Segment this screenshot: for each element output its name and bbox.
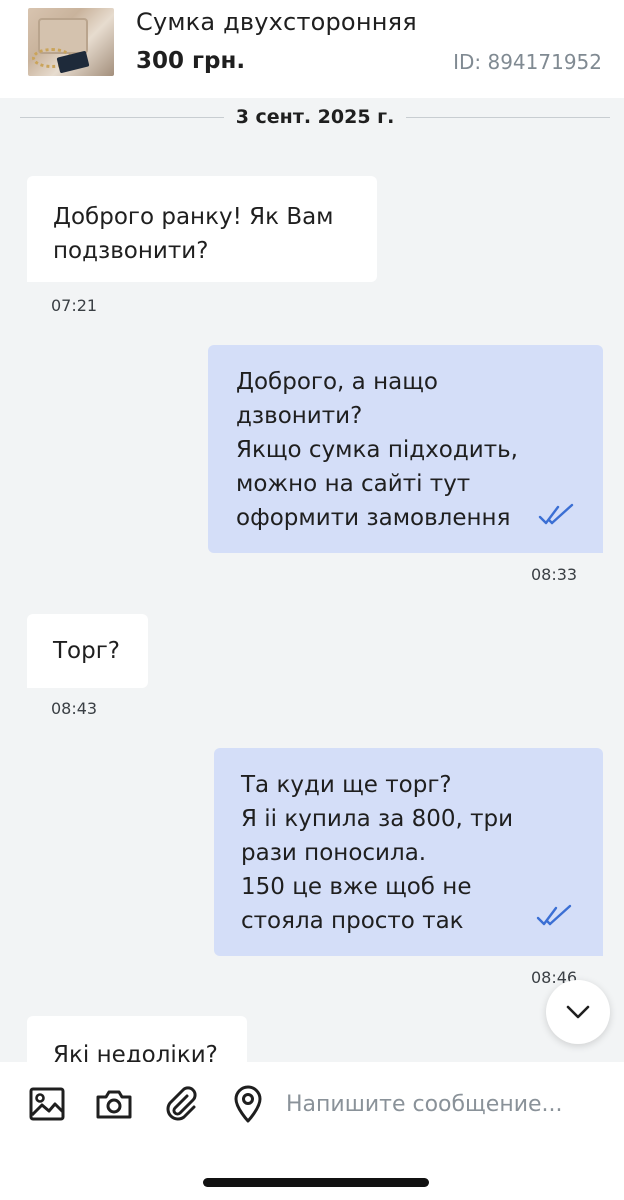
image-icon bbox=[29, 1087, 65, 1121]
listing-thumbnail[interactable] bbox=[28, 8, 114, 76]
divider-line-right bbox=[406, 116, 611, 118]
listing-title[interactable]: Сумка двухсторонняя bbox=[136, 8, 417, 36]
scroll-to-bottom-button[interactable] bbox=[546, 980, 610, 1044]
date-divider: 3 сент. 2025 г. bbox=[20, 102, 611, 132]
message-time: 08:43 bbox=[51, 699, 98, 718]
double-check-icon bbox=[538, 503, 574, 525]
listing-id: ID: 894171952 bbox=[453, 50, 602, 74]
message-time: 08:33 bbox=[531, 565, 578, 584]
paperclip-icon bbox=[166, 1086, 197, 1121]
message-bubble-incoming[interactable]: Торг? bbox=[27, 614, 148, 688]
home-indicator[interactable] bbox=[203, 1178, 429, 1187]
listing-price: 300 грн. bbox=[136, 48, 246, 74]
camera-button[interactable] bbox=[94, 1084, 134, 1124]
divider-line-left bbox=[20, 116, 224, 118]
attach-image-button[interactable] bbox=[27, 1084, 67, 1124]
camera-icon bbox=[96, 1090, 132, 1119]
listing-header[interactable]: Сумка двухсторонняя 300 грн. ID: 8941719… bbox=[0, 0, 624, 98]
double-check-icon bbox=[536, 904, 572, 926]
message-text: Доброго ранку! Як Вам подзвонити? bbox=[53, 204, 334, 264]
location-pin-icon bbox=[234, 1085, 262, 1123]
message-time: 07:21 bbox=[51, 296, 98, 315]
chevron-down-icon bbox=[566, 1005, 590, 1019]
message-text: Торг? bbox=[53, 638, 121, 664]
message-text: Та куди ще торг? Я іі купила за 800, три… bbox=[241, 772, 514, 934]
message-bubble-incoming[interactable]: Доброго ранку! Як Вам подзвонити? bbox=[27, 176, 377, 282]
message-input[interactable] bbox=[286, 1080, 606, 1128]
share-location-button[interactable] bbox=[228, 1084, 268, 1124]
message-bubble-outgoing[interactable]: Та куди ще торг? Я іі купила за 800, три… bbox=[214, 748, 603, 956]
message-text: Доброго, а нащо дзвонити? Якщо сумка під… bbox=[236, 369, 518, 531]
date-label: 3 сент. 2025 г. bbox=[235, 106, 395, 128]
attach-file-button[interactable] bbox=[161, 1084, 201, 1124]
message-bubble-outgoing[interactable]: Доброго, а нащо дзвонити? Якщо сумка під… bbox=[208, 345, 603, 553]
